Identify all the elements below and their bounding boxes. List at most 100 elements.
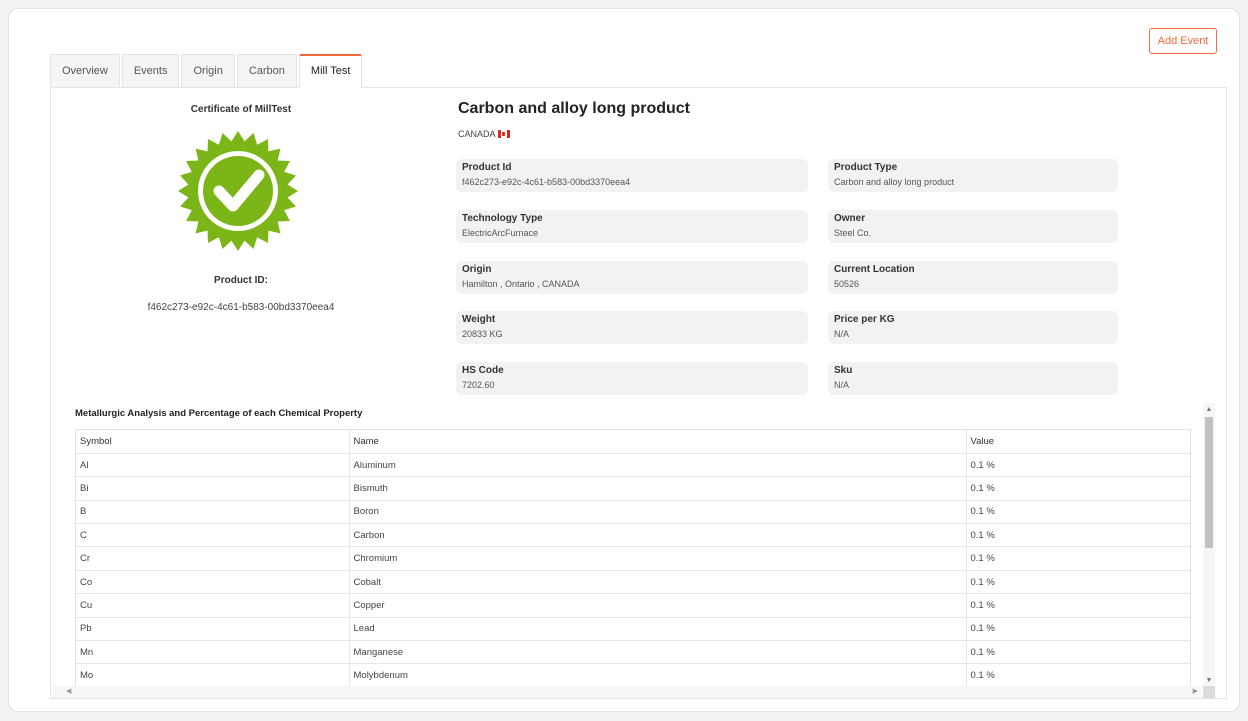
column-header-symbol[interactable]: Symbol	[76, 430, 349, 454]
field-current-location: Current Location 50526	[828, 261, 1118, 294]
field-label: Price per KG	[834, 314, 895, 325]
cell-symbol: Bi	[76, 476, 349, 501]
field-price-per-kg: Price per KG N/A	[828, 311, 1118, 344]
cell-symbol: Mo	[76, 663, 349, 686]
cell-name: Lead	[348, 617, 966, 642]
scroll-right-icon[interactable]: ▶	[1193, 686, 1198, 698]
field-value: Carbon and alloy long product	[834, 177, 955, 187]
column-header-value[interactable]: Value	[965, 430, 1190, 454]
field-weight: Weight 20833 KG	[456, 311, 808, 344]
canada-flag-icon	[497, 130, 510, 138]
scroll-left-icon[interactable]: ◀	[66, 686, 71, 698]
cell-symbol: Cr	[76, 546, 349, 571]
cell-value: 0.1 %	[965, 593, 1190, 618]
field-owner: Owner Steel Co.	[828, 210, 1118, 243]
tab-bar: Overview Events Origin Carbon Mill Test	[50, 54, 364, 88]
field-value: N/A	[834, 380, 850, 390]
table-row: Mo Molybdenum 0.1 %	[76, 663, 1190, 686]
cell-name: Carbon	[348, 523, 966, 548]
product-country: CANADA	[458, 129, 510, 139]
add-event-button[interactable]: Add Event	[1149, 28, 1217, 54]
cell-name: Chromium	[348, 546, 966, 571]
cell-symbol: Cu	[76, 593, 349, 618]
tab-overview[interactable]: Overview	[50, 54, 120, 87]
cell-name: Bismuth	[348, 476, 966, 501]
field-value: 50526	[834, 279, 860, 289]
field-label: Weight	[462, 314, 496, 325]
field-sku: Sku N/A	[828, 362, 1118, 395]
field-technology-type: Technology Type ElectricArcFurnace	[456, 210, 808, 243]
field-label: HS Code	[462, 365, 504, 376]
cell-name: Copper	[348, 593, 966, 618]
cell-value: 0.1 %	[965, 570, 1190, 595]
chemical-table: Symbol Name Value Al Aluminum 0.1 % Bi Bismu…	[76, 430, 1190, 686]
tab-carbon[interactable]: Carbon	[236, 54, 297, 87]
cell-value: 0.1 %	[965, 523, 1190, 548]
field-hs-code: HS Code 7202.60	[456, 362, 808, 395]
tab-origin[interactable]: Origin	[181, 54, 235, 87]
cell-value: 0.1 %	[965, 640, 1190, 665]
tab-mill-test[interactable]: Mill Test	[298, 54, 363, 88]
cell-symbol: Al	[76, 453, 349, 478]
cell-value: 0.1 %	[965, 546, 1190, 571]
cell-symbol: Pb	[76, 617, 349, 642]
table-row: Pb Lead 0.1 %	[76, 617, 1190, 642]
product-id-value: f462c273-e92c-4c61-b583-00bd3370eea4	[147, 302, 335, 313]
field-value: Steel Co.	[834, 228, 872, 238]
cell-name: Cobalt	[348, 570, 966, 595]
field-product-type: Product Type Carbon and alloy long produ…	[828, 159, 1118, 192]
field-value: f462c273-e92c-4c61-b583-00bd3370eea4	[462, 177, 631, 187]
table-row: B Boron 0.1 %	[76, 500, 1190, 525]
table-row: Mn Manganese 0.1 %	[76, 640, 1190, 665]
column-header-name[interactable]: Name	[348, 430, 966, 454]
product-title: Carbon and alloy long product	[458, 100, 690, 117]
cell-symbol: Mn	[76, 640, 349, 665]
field-label: Technology Type	[462, 213, 543, 224]
cell-name: Boron	[348, 500, 966, 525]
cell-value: 0.1 %	[965, 476, 1190, 501]
table-row: Co Cobalt 0.1 %	[76, 570, 1190, 595]
cell-value: 0.1 %	[965, 617, 1190, 642]
field-product-id: Product Id f462c273-e92c-4c61-b583-00bd3…	[456, 159, 808, 192]
field-value: 7202.60	[462, 380, 495, 390]
main-card: Add Event Overview Events Origin Carbon …	[8, 8, 1240, 712]
scrollbar-corner	[1203, 686, 1215, 698]
table-row: Al Aluminum 0.1 %	[76, 453, 1190, 478]
country-name: CANADA	[458, 129, 496, 139]
scrollbar-thumb[interactable]	[1205, 417, 1213, 548]
cell-name: Molybdenum	[348, 663, 966, 686]
certified-check-icon	[178, 131, 298, 251]
product-id-label: Product ID:	[214, 275, 268, 286]
field-value: 20833 KG	[462, 329, 503, 339]
cell-value: 0.1 %	[965, 663, 1190, 686]
field-value: N/A	[834, 329, 850, 339]
cell-symbol: Co	[76, 570, 349, 595]
certificate-title: Certificate of MillTest	[190, 104, 292, 115]
field-value: ElectricArcFurnace	[462, 228, 539, 238]
field-label: Product Id	[462, 162, 512, 173]
cell-name: Aluminum	[348, 453, 966, 478]
mill-test-panel: Certificate of MillTest Product ID: f462…	[50, 87, 1227, 699]
field-label: Current Location	[834, 264, 915, 275]
cell-name: Manganese	[348, 640, 966, 665]
tab-events[interactable]: Events	[121, 54, 180, 87]
cell-symbol: B	[76, 500, 349, 525]
table-row: C Carbon 0.1 %	[76, 523, 1190, 548]
field-label: Origin	[462, 264, 492, 275]
cell-symbol: C	[76, 523, 349, 548]
cell-value: 0.1 %	[965, 453, 1190, 478]
field-label: Sku	[834, 365, 853, 376]
field-origin: Origin Hamilton , Ontario , CANADA	[456, 261, 808, 294]
scroll-up-icon[interactable]: ▲	[1203, 405, 1215, 415]
field-label: Owner	[834, 213, 866, 224]
analysis-title: Metallurgic Analysis and Percentage of e…	[75, 408, 363, 419]
scroll-down-icon[interactable]: ▼	[1203, 676, 1215, 686]
cell-value: 0.1 %	[965, 500, 1190, 525]
horizontal-scrollbar[interactable]: ◀ ▶	[52, 686, 1202, 698]
vertical-scrollbar[interactable]: ▲ ▼	[1203, 403, 1215, 688]
table-row: Bi Bismuth 0.1 %	[76, 476, 1190, 501]
table-row: Cu Copper 0.1 %	[76, 593, 1190, 618]
chemical-table-container: Symbol Name Value Al Aluminum 0.1 % Bi Bismu…	[75, 429, 1191, 687]
table-header-row: Symbol Name Value	[76, 430, 1190, 454]
table-row: Cr Chromium 0.1 %	[76, 546, 1190, 571]
